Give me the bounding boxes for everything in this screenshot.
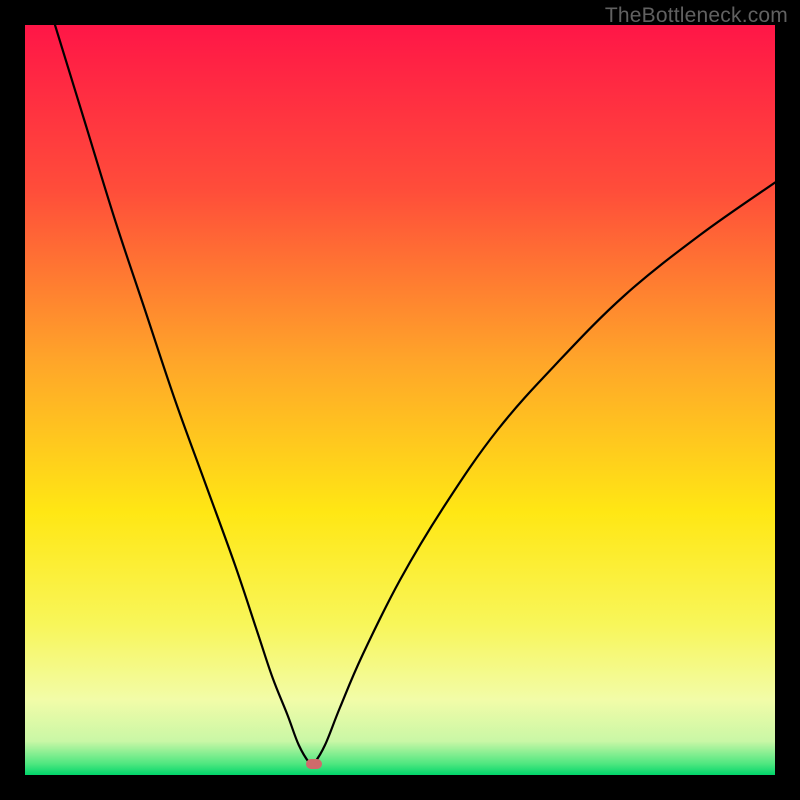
chart-stage: TheBottleneck.com [0,0,800,800]
watermark-text: TheBottleneck.com [605,4,788,28]
minimum-marker [306,759,322,769]
heat-gradient-background [25,25,775,775]
plot-area [25,25,775,775]
